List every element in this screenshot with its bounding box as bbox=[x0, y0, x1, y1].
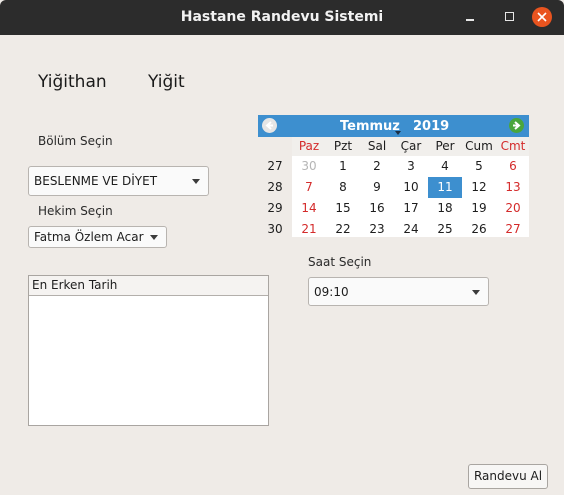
calendar-day[interactable]: 20 bbox=[496, 198, 530, 219]
weekday-header: Sal bbox=[367, 139, 387, 153]
calendar-day[interactable]: 24 bbox=[394, 219, 428, 240]
calendar-day[interactable]: 14 bbox=[292, 198, 326, 219]
maximize-icon[interactable] bbox=[500, 7, 520, 27]
calendar-day[interactable]: 17 bbox=[394, 198, 428, 219]
doctor-label: Hekim Seçin bbox=[38, 204, 113, 218]
department-select[interactable]: BESLENME VE DİYET bbox=[28, 166, 209, 196]
patient-last-name: Yiğit bbox=[148, 72, 185, 92]
calendar-day[interactable]: 5 bbox=[462, 156, 496, 177]
calendar-day[interactable]: 7 bbox=[292, 177, 326, 198]
calendar-month[interactable]: Temmuz bbox=[340, 119, 400, 134]
calendar-day[interactable]: 19 bbox=[462, 198, 496, 219]
calendar-day[interactable]: 27 bbox=[496, 219, 530, 240]
earliest-date-list[interactable]: En Erken Tarih bbox=[28, 275, 269, 426]
calendar-day[interactable]: 3 bbox=[394, 156, 428, 177]
month-dropdown-icon[interactable] bbox=[395, 131, 401, 135]
weekday-header: Cum bbox=[465, 139, 493, 153]
week-number: 28 bbox=[258, 177, 292, 198]
week-number-corner bbox=[258, 137, 292, 156]
weekday-header: Pzt bbox=[333, 139, 353, 153]
time-value: 09:10 bbox=[314, 284, 349, 299]
calendar-day[interactable]: 4 bbox=[428, 156, 462, 177]
weekday-header: Per bbox=[435, 139, 455, 153]
calendar-day[interactable]: 30 bbox=[292, 156, 326, 177]
arrow-right-icon[interactable] bbox=[509, 118, 524, 133]
calendar-day[interactable]: 26 bbox=[462, 219, 496, 240]
calendar-day[interactable]: 6 bbox=[496, 156, 530, 177]
calendar-day[interactable]: 9 bbox=[360, 177, 394, 198]
calendar-year[interactable]: 2019 bbox=[413, 119, 449, 134]
chevron-down-icon bbox=[472, 289, 480, 295]
calendar-day[interactable]: 23 bbox=[360, 219, 394, 240]
minimize-icon[interactable] bbox=[460, 7, 480, 27]
book-appointment-button[interactable]: Randevu Al bbox=[468, 464, 548, 489]
calendar-day[interactable]: 16 bbox=[360, 198, 394, 219]
doctor-select[interactable]: Fatma Özlem Acar bbox=[28, 226, 167, 248]
calendar-day[interactable]: 12 bbox=[462, 177, 496, 198]
week-number: 27 bbox=[258, 156, 292, 177]
title-bar: Hastane Randevu Sistemi bbox=[0, 0, 564, 35]
calendar-day[interactable]: 2 bbox=[360, 156, 394, 177]
weekday-header: Cmt bbox=[500, 139, 526, 153]
arrow-left-icon[interactable] bbox=[262, 118, 277, 133]
doctor-value: Fatma Özlem Acar bbox=[34, 230, 144, 244]
calendar-day[interactable]: 15 bbox=[326, 198, 360, 219]
calendar-day[interactable]: 13 bbox=[496, 177, 530, 198]
patient-first-name: Yiğithan bbox=[38, 72, 107, 92]
department-label: Bölüm Seçin bbox=[38, 134, 113, 148]
calendar-day[interactable]: 22 bbox=[326, 219, 360, 240]
department-value: BESLENME VE DİYET bbox=[34, 174, 158, 188]
calendar-day[interactable]: 21 bbox=[292, 219, 326, 240]
calendar[interactable]: Temmuz 2019 Paz Pzt Sal Çar Per Cum Cmt 27 30 1 2 3… bbox=[258, 115, 530, 240]
calendar-header: Temmuz 2019 bbox=[258, 115, 529, 137]
weekday-header: Çar bbox=[400, 139, 422, 153]
calendar-day-selected[interactable]: 11 bbox=[428, 177, 462, 198]
close-icon[interactable] bbox=[532, 7, 552, 27]
calendar-day[interactable]: 10 bbox=[394, 177, 428, 198]
calendar-day[interactable]: 18 bbox=[428, 198, 462, 219]
calendar-day[interactable]: 8 bbox=[326, 177, 360, 198]
time-select[interactable]: 09:10 bbox=[308, 277, 489, 306]
week-number: 30 bbox=[258, 219, 292, 240]
week-number: 29 bbox=[258, 198, 292, 219]
earliest-date-header[interactable]: En Erken Tarih bbox=[29, 276, 268, 296]
weekday-header: Paz bbox=[298, 139, 320, 153]
calendar-day[interactable]: 1 bbox=[326, 156, 360, 177]
calendar-day[interactable]: 25 bbox=[428, 219, 462, 240]
chevron-down-icon bbox=[150, 235, 158, 240]
chevron-down-icon bbox=[192, 179, 200, 184]
time-label: Saat Seçin bbox=[308, 255, 372, 269]
